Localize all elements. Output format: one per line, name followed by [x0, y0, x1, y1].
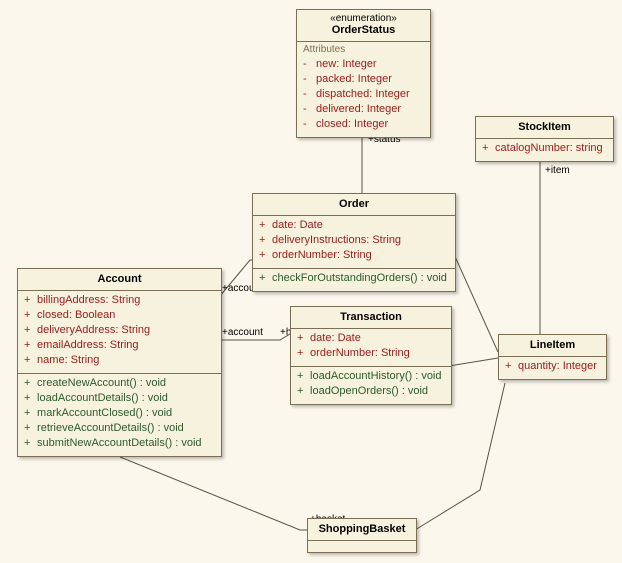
operation-row: + retrieveAccountDetails() : void: [24, 421, 215, 436]
attribute-row: + deliveryInstructions: String: [259, 233, 449, 248]
operation-row: + checkForOutstandingOrders() : void: [259, 271, 449, 286]
attr-list: - new: Integer- packed: Integer- dispatc…: [297, 55, 430, 137]
class-title: StockItem: [476, 117, 613, 138]
attribute-row: - new: Integer: [303, 57, 424, 72]
role-item: +item: [545, 165, 570, 176]
attribute-row: + catalogNumber: string: [482, 141, 607, 156]
attribute-row: + quantity: Integer: [505, 359, 600, 374]
operation-row: + createNewAccount() : void: [24, 376, 215, 391]
operation-row: + loadOpenOrders() : void: [297, 384, 445, 399]
attr-list: + billingAddress: String+ closed: Boolea…: [18, 291, 221, 373]
class-title: Order: [253, 194, 455, 215]
attribute-row: - delivered: Integer: [303, 102, 424, 117]
class-title: OrderStatus: [297, 24, 430, 41]
stereotype: «enumeration»: [297, 10, 430, 24]
role-account-2: +account: [222, 327, 263, 338]
op-list: + checkForOutstandingOrders() : void: [253, 269, 455, 291]
attribute-row: + emailAddress: String: [24, 338, 215, 353]
op-list: + createNewAccount() : void+ loadAccount…: [18, 374, 221, 456]
attribute-row: + name: String: [24, 353, 215, 368]
attribute-row: + orderNumber: String: [259, 248, 449, 263]
operation-row: + loadAccountDetails() : void: [24, 391, 215, 406]
attribute-row: - packed: Integer: [303, 72, 424, 87]
op-list: + loadAccountHistory() : void+ loadOpenO…: [291, 367, 451, 404]
attr-section-label: Attributes: [297, 42, 430, 55]
class-title: ShoppingBasket: [308, 519, 416, 540]
attribute-row: + orderNumber: String: [297, 346, 445, 361]
attr-list: + catalogNumber: string: [476, 139, 613, 161]
operation-row: + markAccountClosed() : void: [24, 406, 215, 421]
attribute-row: + deliveryAddress: String: [24, 323, 215, 338]
attribute-row: + date: Date: [297, 331, 445, 346]
class-account[interactable]: Account + billingAddress: String+ closed…: [17, 268, 222, 457]
class-stock-item[interactable]: StockItem + catalogNumber: string: [475, 116, 614, 162]
attr-list: + date: Date+ orderNumber: String: [291, 329, 451, 366]
class-title: Transaction: [291, 307, 451, 328]
attribute-row: + date: Date: [259, 218, 449, 233]
class-title: Account: [18, 269, 221, 290]
class-shopping-basket[interactable]: ShoppingBasket: [307, 518, 417, 553]
attr-list: + date: Date+ deliveryInstructions: Stri…: [253, 216, 455, 268]
attribute-row: - dispatched: Integer: [303, 87, 424, 102]
operation-row: + submitNewAccountDetails() : void: [24, 436, 215, 451]
class-order[interactable]: Order + date: Date+ deliveryInstructions…: [252, 193, 456, 292]
attribute-row: - closed: Integer: [303, 117, 424, 132]
class-title: LineItem: [499, 335, 606, 356]
attr-list: + quantity: Integer: [499, 357, 606, 379]
operation-row: + loadAccountHistory() : void: [297, 369, 445, 384]
class-transaction[interactable]: Transaction + date: Date+ orderNumber: S…: [290, 306, 452, 405]
attribute-row: + closed: Boolean: [24, 308, 215, 323]
class-line-item[interactable]: LineItem + quantity: Integer: [498, 334, 607, 380]
attribute-row: + billingAddress: String: [24, 293, 215, 308]
class-order-status[interactable]: «enumeration» OrderStatus Attributes - n…: [296, 9, 431, 138]
